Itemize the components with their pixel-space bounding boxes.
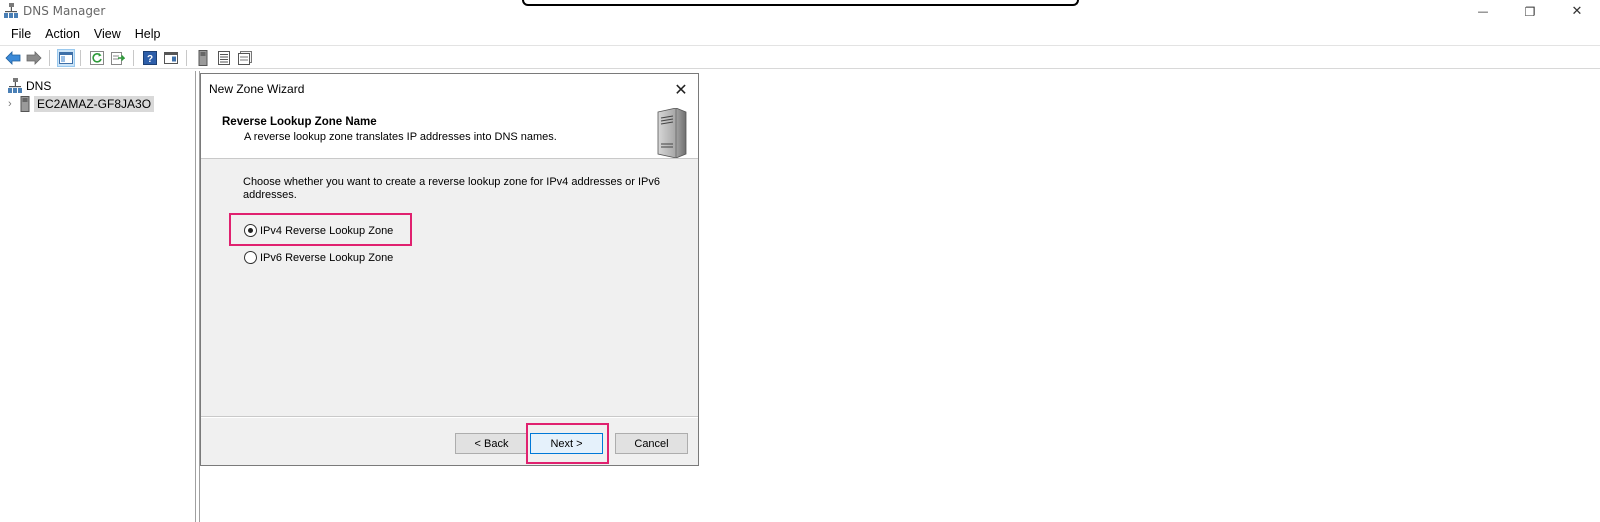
title-notch-decoration bbox=[522, 0, 1079, 6]
refresh-button[interactable] bbox=[88, 49, 106, 67]
menu-action[interactable]: Action bbox=[38, 27, 87, 41]
details-icon bbox=[238, 51, 252, 65]
toolbar-separator bbox=[80, 50, 81, 66]
server-button[interactable] bbox=[194, 49, 212, 67]
window-title: DNS Manager bbox=[23, 4, 106, 18]
server-icon bbox=[20, 96, 30, 112]
forward-button[interactable] bbox=[25, 49, 43, 67]
wizard-prompt: Choose whether you want to create a reve… bbox=[243, 176, 661, 201]
minimize-button[interactable]: — bbox=[1460, 0, 1506, 23]
toolbar: ? bbox=[0, 45, 1600, 69]
export-list-icon bbox=[111, 52, 125, 65]
menu-bar: File Action View Help bbox=[0, 23, 1600, 44]
export-list-button[interactable] bbox=[109, 49, 127, 67]
toolbar-separator bbox=[49, 50, 50, 66]
close-icon: ✕ bbox=[1571, 4, 1583, 19]
new-zone-wizard-dialog: New Zone Wizard ✕ Reverse Lookup Zone Na… bbox=[200, 73, 699, 466]
back-button[interactable]: < Back bbox=[455, 433, 528, 454]
next-highlight-box bbox=[526, 423, 609, 464]
tree-item-dns[interactable]: DNS bbox=[8, 77, 51, 95]
tree-item-server-label: EC2AMAZ-GF8JA3O bbox=[34, 96, 155, 112]
restore-icon: ❐ bbox=[1524, 4, 1536, 19]
back-arrow-icon bbox=[5, 51, 21, 65]
ipv4-highlight-box bbox=[229, 213, 412, 246]
properties-icon bbox=[164, 52, 178, 64]
minimize-icon: — bbox=[1477, 5, 1489, 18]
dialog-titlebar: New Zone Wizard ✕ bbox=[201, 74, 698, 104]
wizard-page-subtitle: A reverse lookup zone translates IP addr… bbox=[244, 131, 557, 143]
ipv6-radio-label[interactable]: IPv6 Reverse Lookup Zone bbox=[260, 252, 393, 264]
dns-manager-app-icon bbox=[4, 3, 18, 18]
wizard-page-title: Reverse Lookup Zone Name bbox=[222, 116, 377, 128]
menu-view[interactable]: View bbox=[87, 27, 128, 41]
server-tower-icon bbox=[657, 108, 687, 158]
list-view-button[interactable] bbox=[215, 49, 233, 67]
toolbar-separator bbox=[133, 50, 134, 66]
properties-button[interactable] bbox=[162, 49, 180, 67]
console-tree-pane bbox=[0, 71, 196, 522]
close-button[interactable]: ✕ bbox=[1554, 0, 1600, 23]
forward-arrow-icon bbox=[26, 51, 42, 65]
tree-item-server[interactable]: › EC2AMAZ-GF8JA3O bbox=[8, 95, 155, 113]
svg-text:?: ? bbox=[147, 54, 153, 65]
help-button[interactable]: ? bbox=[141, 49, 159, 67]
list-icon bbox=[218, 51, 230, 65]
dialog-close-button[interactable]: ✕ bbox=[670, 78, 692, 100]
ipv6-radio[interactable] bbox=[244, 251, 257, 264]
menu-file[interactable]: File bbox=[4, 27, 38, 41]
details-view-button[interactable] bbox=[236, 49, 254, 67]
toolbar-separator bbox=[186, 50, 187, 66]
wizard-header: Reverse Lookup Zone Name A reverse looku… bbox=[201, 104, 698, 159]
dialog-title: New Zone Wizard bbox=[209, 82, 305, 96]
ipv6-reverse-lookup-option[interactable]: IPv6 Reverse Lookup Zone bbox=[244, 251, 393, 264]
show-hide-tree-icon bbox=[59, 52, 73, 64]
help-icon: ? bbox=[143, 51, 157, 65]
server-icon bbox=[198, 50, 208, 66]
refresh-icon bbox=[90, 51, 104, 65]
show-hide-tree-button[interactable] bbox=[57, 49, 75, 67]
cancel-button[interactable]: Cancel bbox=[615, 433, 688, 454]
dns-icon bbox=[8, 78, 22, 93]
restore-button[interactable]: ❐ bbox=[1507, 0, 1553, 23]
tree-item-dns-label: DNS bbox=[26, 79, 52, 93]
footer-divider-light bbox=[201, 417, 698, 418]
back-button[interactable] bbox=[4, 49, 22, 67]
menu-help[interactable]: Help bbox=[128, 27, 168, 41]
close-icon: ✕ bbox=[674, 79, 688, 99]
window-titlebar: DNS Manager — ❐ ✕ bbox=[0, 0, 1600, 23]
chevron-right-icon[interactable]: › bbox=[8, 98, 18, 110]
